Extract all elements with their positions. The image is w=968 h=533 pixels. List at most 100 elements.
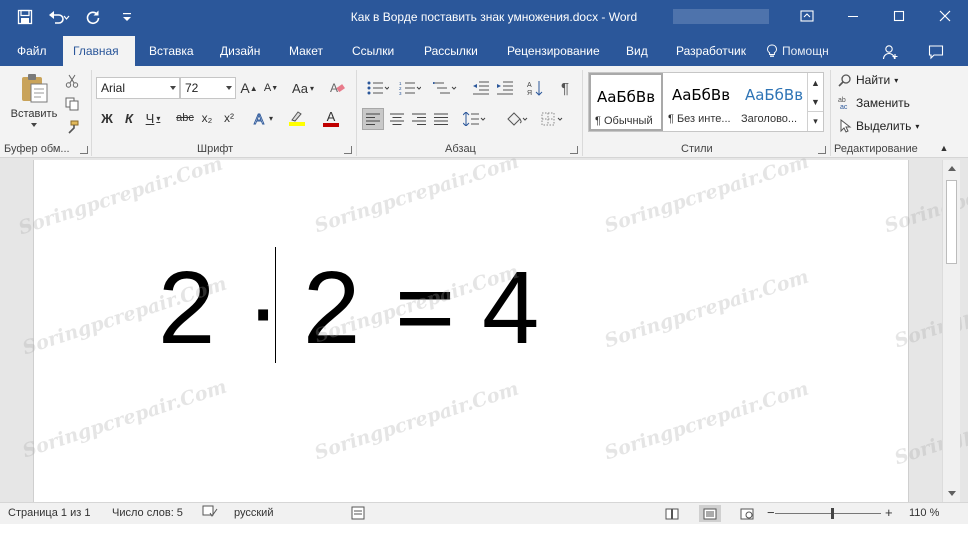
align-left-icon[interactable]	[362, 108, 384, 130]
tab-layout[interactable]: Макет	[279, 36, 333, 66]
bullets-icon[interactable]	[364, 78, 392, 98]
text-cursor	[275, 247, 276, 363]
replace-button[interactable]: ab ac Заменить	[838, 96, 910, 110]
status-bar: Страница 1 из 1 Число слов: 5 русский − …	[0, 502, 968, 524]
underline-button[interactable]: Ч ▾	[142, 108, 164, 128]
paragraph-launcher-icon[interactable]	[570, 146, 578, 154]
select-button[interactable]: Выделить ▾	[838, 119, 919, 133]
zoom-slider[interactable]	[775, 513, 881, 514]
minimize-icon[interactable]	[830, 0, 876, 32]
numbering-icon[interactable]: 123	[396, 78, 424, 98]
shading-icon[interactable]	[502, 108, 532, 130]
align-right-icon[interactable]	[408, 108, 430, 130]
justify-icon[interactable]	[430, 108, 452, 130]
styles-scroll-down-icon[interactable]: ▼	[808, 92, 823, 111]
styles-launcher-icon[interactable]	[818, 146, 826, 154]
clear-formatting-icon[interactable]: A	[328, 79, 348, 97]
scroll-down-icon[interactable]	[948, 491, 956, 496]
find-icon	[838, 74, 851, 87]
style-heading-1[interactable]: АаБбВв Заголово...	[737, 73, 811, 131]
read-mode-icon[interactable]	[662, 505, 682, 522]
word-count[interactable]: Число слов: 5	[112, 507, 183, 519]
font-launcher-icon[interactable]	[344, 146, 352, 154]
find-button[interactable]: Найти ▾	[838, 73, 898, 87]
cut-icon[interactable]	[63, 72, 81, 90]
font-color-button[interactable]: A	[316, 108, 346, 128]
zoom-level[interactable]: 110 %	[909, 507, 939, 519]
style-name: Заголово...	[741, 113, 798, 125]
highlight-color-button[interactable]	[282, 108, 312, 128]
tab-references[interactable]: Ссылки	[342, 36, 404, 66]
tab-developer[interactable]: Разработчик	[666, 36, 756, 66]
style-normal[interactable]: АаБбВв ¶ Обычный	[589, 73, 663, 131]
svg-text:A: A	[254, 111, 264, 126]
styles-more-icon[interactable]: ▾	[808, 111, 823, 130]
window-bottom-edge	[0, 524, 968, 533]
align-center-icon[interactable]	[386, 108, 408, 130]
style-no-spacing[interactable]: АаБбВв ¶ Без инте...	[664, 73, 738, 131]
change-case-button[interactable]: Aa ▾	[288, 79, 318, 97]
maximize-icon[interactable]	[876, 0, 922, 32]
format-painter-icon[interactable]	[63, 118, 81, 136]
multilevel-list-icon[interactable]	[430, 78, 460, 98]
account-name-redacted	[673, 9, 769, 24]
show-formatting-marks-icon[interactable]: ¶	[554, 78, 576, 98]
font-size-dropdown[interactable]: 72	[180, 77, 236, 99]
clipboard-launcher-icon[interactable]	[80, 146, 88, 154]
subscript-button[interactable]: x₂	[198, 108, 216, 128]
tab-view[interactable]: Вид	[616, 36, 658, 66]
superscript-button[interactable]: x²	[220, 108, 238, 128]
language[interactable]: русский	[234, 507, 273, 519]
print-layout-icon[interactable]	[699, 505, 721, 522]
separator	[356, 70, 357, 156]
text-effects-icon: A	[254, 111, 265, 126]
increase-indent-icon[interactable]	[494, 78, 516, 98]
web-layout-icon[interactable]	[737, 505, 757, 522]
zoom-slider-thumb[interactable]	[831, 508, 834, 519]
tab-design[interactable]: Дизайн	[210, 36, 270, 66]
tab-insert[interactable]: Вставка	[139, 36, 204, 66]
strikethrough-button[interactable]: abc	[174, 108, 196, 128]
paste-button[interactable]: Вставить	[10, 72, 58, 134]
tab-mailings[interactable]: Рассылки	[414, 36, 488, 66]
ribbon-display-options-icon[interactable]	[784, 0, 830, 32]
decrease-indent-icon[interactable]	[470, 78, 492, 98]
font-name-dropdown[interactable]: Arial	[96, 77, 180, 99]
zoom-out-icon[interactable]: −	[767, 505, 775, 520]
font-color-label: A	[326, 108, 336, 124]
italic-button[interactable]: К	[120, 108, 138, 128]
bold-button[interactable]: Ж	[98, 108, 116, 128]
text-effects-button[interactable]: A ▾	[250, 108, 276, 128]
zoom-in-icon[interactable]: +	[885, 505, 893, 520]
ribbon-tabs: Файл Главная Вставка Дизайн Макет Ссылки…	[0, 36, 968, 66]
tab-home[interactable]: Главная	[63, 36, 135, 66]
scroll-thumb[interactable]	[946, 180, 957, 264]
tell-me-label: Помощн	[782, 44, 829, 58]
tell-me-search[interactable]: Помощн	[766, 36, 829, 66]
font-size-value: 72	[185, 81, 199, 95]
scroll-up-icon[interactable]	[948, 166, 956, 171]
tab-review[interactable]: Рецензирование	[497, 36, 610, 66]
separator	[582, 70, 583, 156]
close-icon[interactable]	[922, 0, 968, 32]
svg-text:A: A	[527, 82, 532, 89]
highlight-color-swatch	[289, 122, 305, 126]
macro-recording-icon[interactable]	[351, 506, 365, 523]
proofing-icon[interactable]	[202, 505, 218, 522]
line-spacing-icon[interactable]	[460, 108, 490, 130]
styles-scroll-up-icon[interactable]: ▲	[808, 73, 823, 92]
comments-icon[interactable]	[926, 42, 946, 62]
sort-icon[interactable]: AЯ	[524, 78, 546, 98]
svg-text:Я: Я	[527, 90, 532, 96]
paste-dropdown-icon[interactable]	[31, 123, 37, 127]
vertical-scrollbar[interactable]	[942, 160, 960, 502]
borders-icon[interactable]	[538, 108, 568, 130]
grow-font-button[interactable]: A ▲	[240, 79, 258, 97]
shrink-font-button[interactable]: A ▼	[262, 79, 280, 97]
copy-icon[interactable]	[63, 95, 81, 113]
tab-file[interactable]: Файл	[7, 36, 57, 66]
collapse-ribbon-icon[interactable]: ▲	[937, 142, 951, 154]
page-count[interactable]: Страница 1 из 1	[8, 507, 90, 519]
font-name-value: Arial	[101, 81, 126, 95]
account-icon[interactable]	[880, 42, 900, 62]
